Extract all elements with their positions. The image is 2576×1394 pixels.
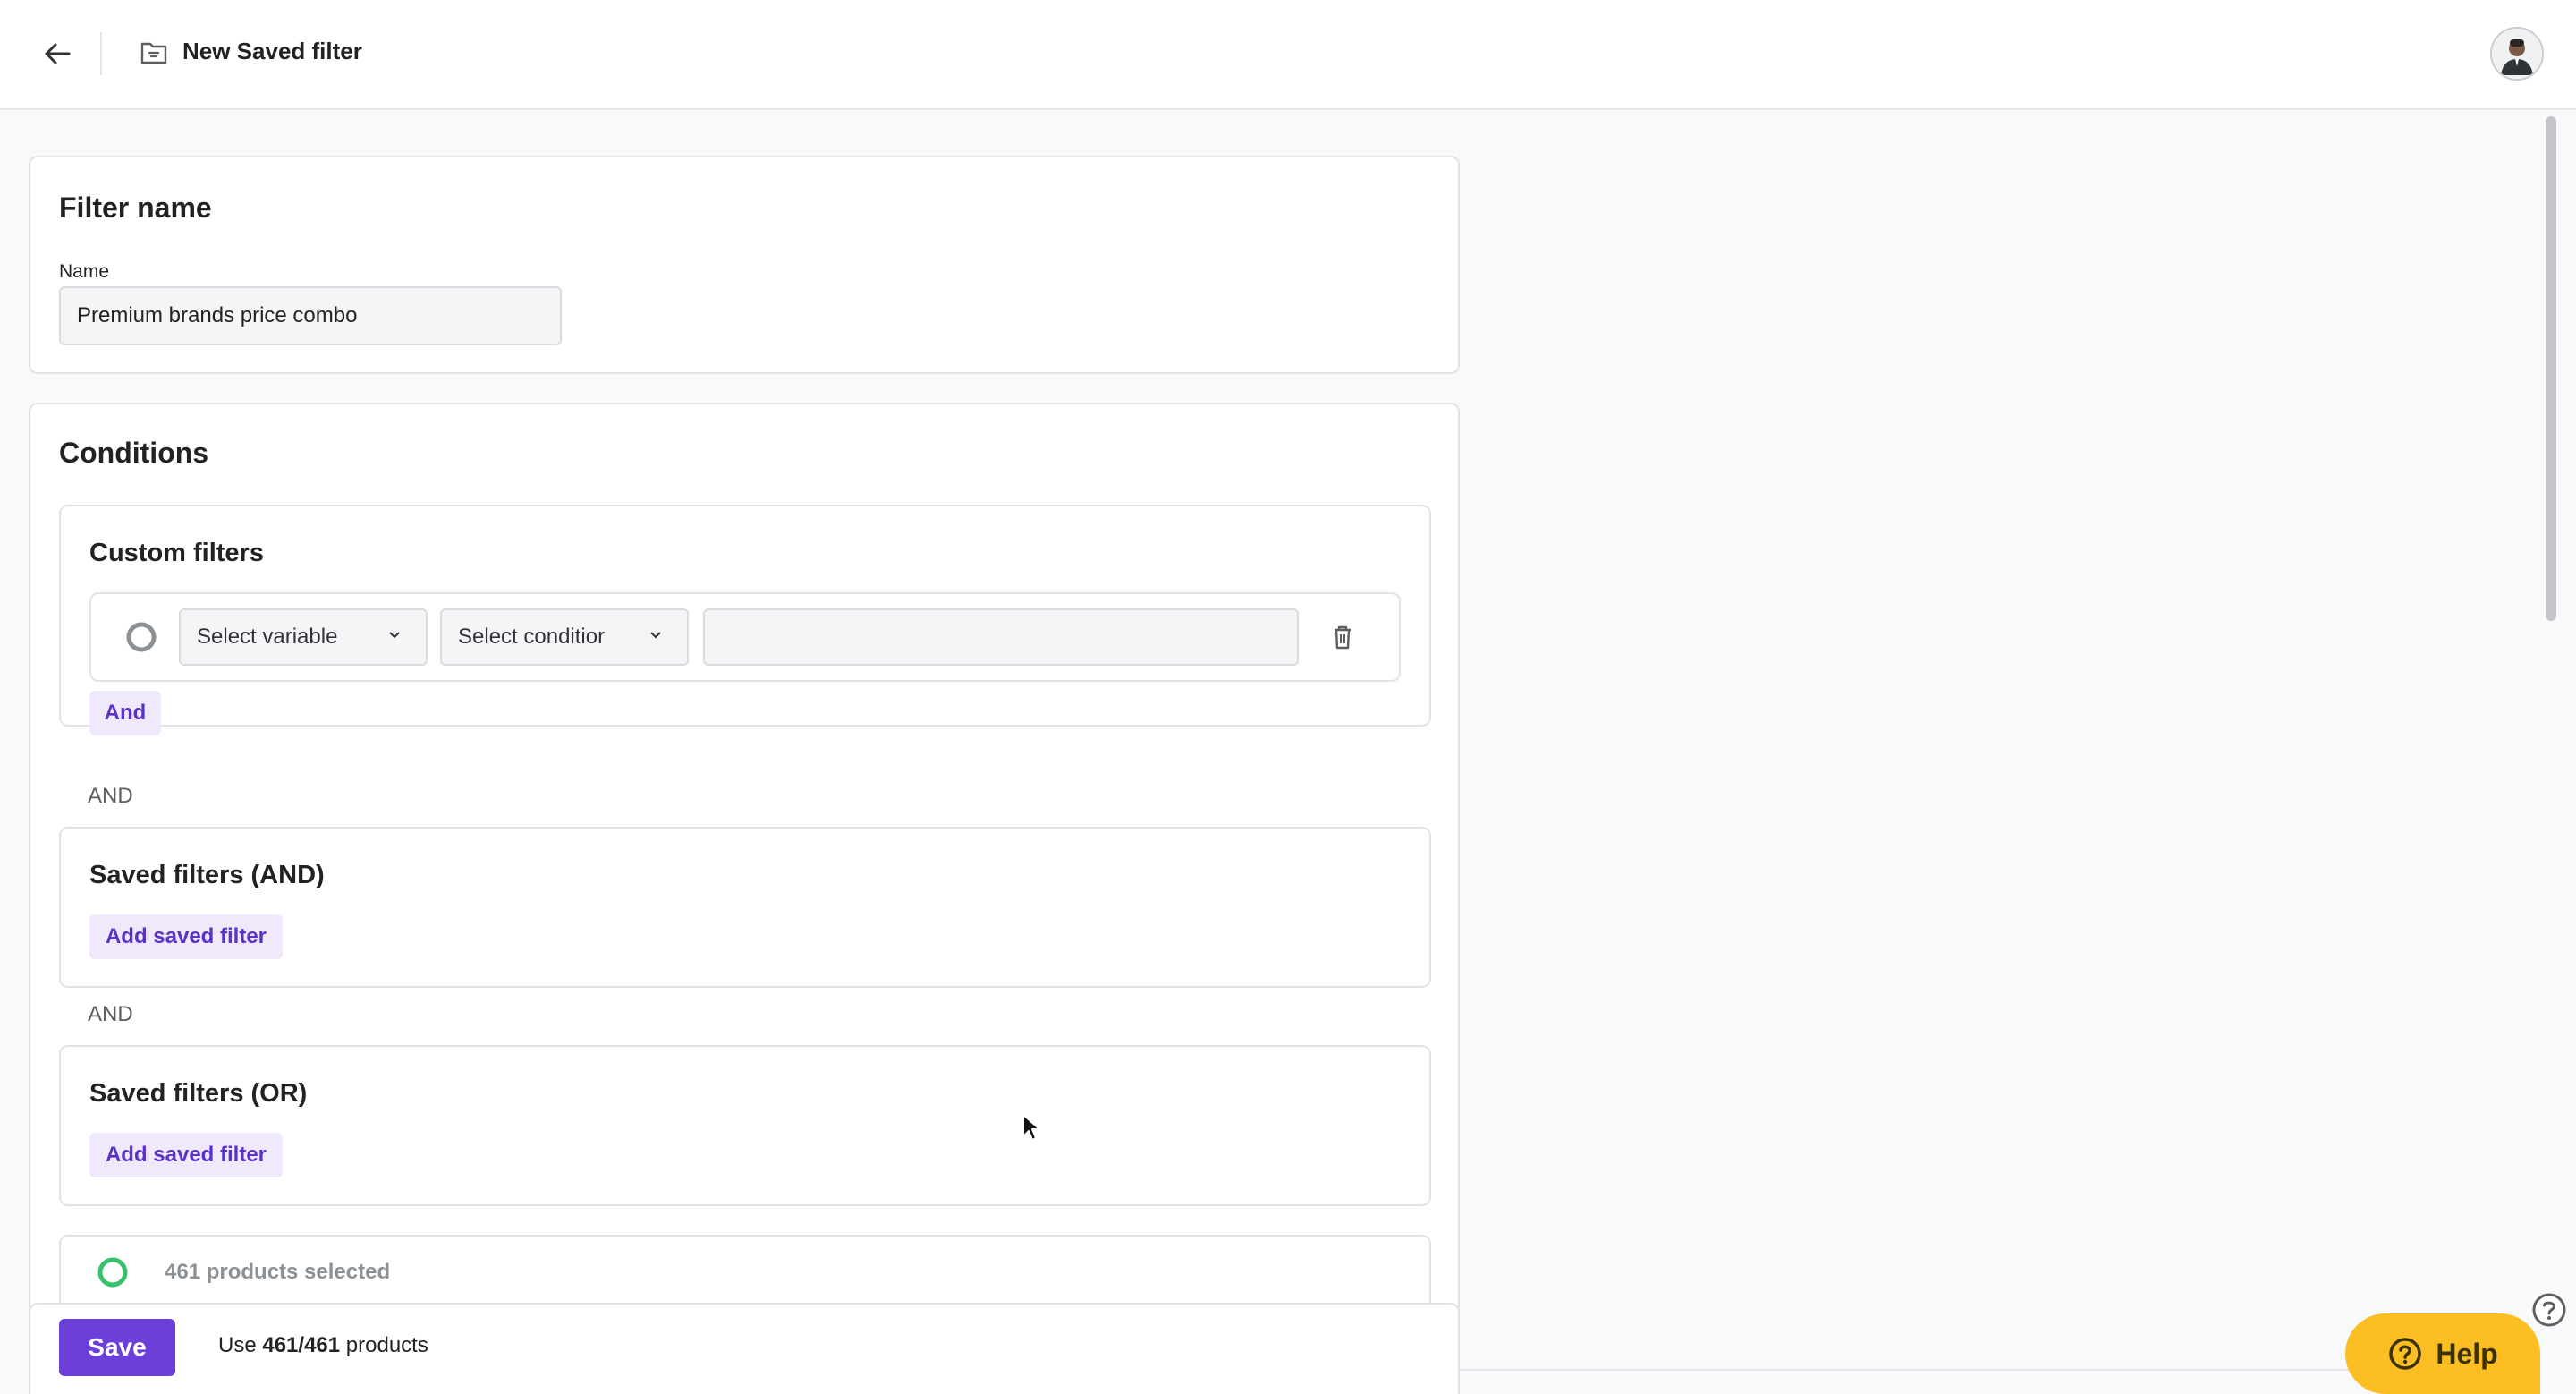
help-icon xyxy=(2389,1338,2422,1370)
usage-prefix: Use xyxy=(218,1333,263,1357)
and-separator: AND xyxy=(88,1002,133,1026)
filter-value-input[interactable] xyxy=(703,608,1299,666)
filter-row: Select variable Select conditior xyxy=(89,592,1401,682)
back-button[interactable] xyxy=(36,36,79,72)
help-button[interactable]: Help xyxy=(2345,1313,2540,1394)
saved-filters-and-title: Saved filters (AND) xyxy=(89,861,325,889)
and-button[interactable]: And xyxy=(89,691,161,735)
chevron-down-icon xyxy=(389,632,400,639)
saved-filters-or-card: Saved filters (OR) Add saved filter xyxy=(59,1045,1431,1206)
name-label: Name xyxy=(59,261,110,282)
products-selected-text: 461 products selected xyxy=(165,1260,391,1284)
usage-suffix: products xyxy=(340,1333,428,1357)
page-title: New Saved filter xyxy=(182,38,362,64)
filter-status-icon xyxy=(126,622,157,652)
chevron-down-icon xyxy=(650,632,661,639)
custom-filters-title: Custom filters xyxy=(89,539,264,567)
add-saved-filter-and-button[interactable]: Add saved filter xyxy=(89,914,283,959)
usage-text: Use 461/461 products xyxy=(218,1333,428,1358)
saved-filters-and-card: Saved filters (AND) Add saved filter xyxy=(59,827,1431,988)
custom-filters-card: Custom filters Select variable Select co… xyxy=(59,505,1431,735)
folder-icon xyxy=(140,42,167,64)
user-avatar-icon xyxy=(2492,29,2542,79)
top-bar: New Saved filter xyxy=(0,0,2576,110)
mouse-cursor-icon xyxy=(1022,1114,1040,1141)
select-variable-label: Select variable xyxy=(197,625,338,649)
right-panel-divider xyxy=(1460,1369,2354,1371)
name-input-value: Premium brands price combo xyxy=(77,303,358,327)
name-input[interactable]: Premium brands price combo xyxy=(59,286,562,345)
help-label: Help xyxy=(2436,1337,2498,1370)
select-condition-dropdown[interactable]: Select conditior xyxy=(440,608,689,666)
arrow-left-icon xyxy=(45,43,71,64)
filter-name-title: Filter name xyxy=(59,191,212,224)
trash-icon[interactable] xyxy=(1329,623,1356,651)
user-avatar[interactable] xyxy=(2490,27,2544,81)
usage-count: 461/461 xyxy=(262,1333,341,1357)
check-circle-icon xyxy=(97,1257,128,1288)
scrollbar-thumb[interactable] xyxy=(2546,116,2556,621)
saved-filters-or-title: Saved filters (OR) xyxy=(89,1079,308,1108)
header-divider xyxy=(100,32,102,75)
and-separator: AND xyxy=(88,784,133,808)
save-button[interactable]: Save xyxy=(59,1319,175,1376)
question-circle-icon[interactable] xyxy=(2531,1292,2567,1328)
conditions-card: Conditions Custom filters Select variabl… xyxy=(29,403,1460,1394)
add-saved-filter-or-button[interactable]: Add saved filter xyxy=(89,1133,283,1177)
select-condition-label: Select conditior xyxy=(458,625,606,649)
filter-name-card: Filter name Name Premium brands price co… xyxy=(29,156,1460,374)
conditions-title: Conditions xyxy=(59,437,209,469)
select-variable-dropdown[interactable]: Select variable xyxy=(179,608,428,666)
